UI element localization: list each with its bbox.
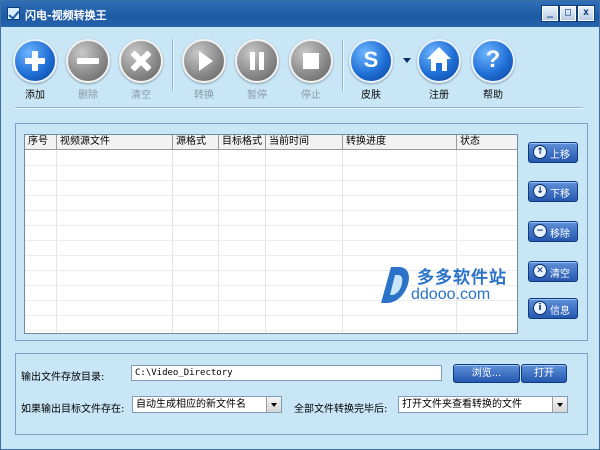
register-label: 注册 (429, 90, 449, 101)
clear-list-button[interactable]: ✕ 清空 (528, 261, 578, 282)
title-bar[interactable]: 闪电-视频转换王 _ □ x (1, 1, 599, 27)
pause-icon (235, 39, 279, 83)
watermark-text: 多多软件站 (417, 268, 507, 288)
output-dir-input[interactable]: C:\Video_Directory (131, 365, 442, 381)
open-button[interactable]: 打开 (521, 364, 567, 383)
add-button[interactable]: 添加 (12, 39, 58, 101)
file-list-panel: 序号 视频源文件 源格式 目标格式 当前时间 转换进度 状态 ↑ 上移 ↓ 下移… (15, 123, 588, 341)
output-dir-label: 输出文件存放目录: (21, 372, 105, 383)
app-window: 闪电-视频转换王 _ □ x 添加 删除 清空 转换 暂停 停止 S 皮肤 注册… (0, 0, 600, 450)
column-header-current-time[interactable]: 当前时间 (266, 135, 343, 150)
column-header-index[interactable]: 序号 (25, 135, 57, 150)
column-header-source-file[interactable]: 视频源文件 (57, 135, 173, 150)
move-down-label: 下移 (550, 189, 570, 200)
skin-label: 皮肤 (361, 90, 381, 101)
toolbar-separator (172, 39, 174, 91)
move-up-button[interactable]: ↑ 上移 (528, 142, 578, 163)
if-exists-select[interactable]: 自动生成相应的新文件名 (132, 396, 282, 413)
info-button[interactable]: i 信息 (528, 298, 578, 319)
remove-button[interactable]: − 移除 (528, 221, 578, 242)
column-header-source-format[interactable]: 源格式 (173, 135, 219, 150)
convert-button[interactable]: 转换 (181, 39, 227, 101)
column-header-target-format[interactable]: 目标格式 (219, 135, 266, 150)
skin-dropdown-arrow-icon[interactable] (403, 58, 411, 63)
clear-list-label: 清空 (550, 269, 570, 280)
plus-icon (13, 39, 57, 83)
help-label: 帮助 (483, 90, 503, 101)
stop-icon (289, 39, 333, 83)
watermark-logo (381, 267, 409, 303)
move-down-button[interactable]: ↓ 下移 (528, 181, 578, 202)
minus-icon: − (533, 224, 547, 238)
after-complete-label: 全部文件转换完毕后: (294, 404, 388, 415)
clear-button[interactable]: 清空 (118, 39, 164, 101)
app-icon (7, 7, 20, 20)
if-exists-label: 如果输出目标文件存在: (21, 404, 125, 415)
minimize-button[interactable]: _ (541, 5, 559, 22)
column-header-status[interactable]: 状态 (457, 135, 517, 150)
toolbar: 添加 删除 清空 转换 暂停 停止 S 皮肤 注册 ? 帮助 (1, 31, 599, 101)
chevron-down-icon (266, 397, 281, 412)
delete-button[interactable]: 删除 (65, 39, 111, 101)
question-icon: ? (471, 39, 515, 83)
minus-icon (66, 39, 110, 83)
convert-label: 转换 (194, 90, 214, 101)
toolbar-divider (15, 107, 583, 109)
x-icon: ✕ (533, 264, 547, 278)
close-button[interactable]: x (577, 5, 595, 22)
table-header: 序号 视频源文件 源格式 目标格式 当前时间 转换进度 状态 (25, 135, 517, 150)
arrow-down-icon: ↓ (533, 184, 547, 198)
play-icon (182, 39, 226, 83)
info-label: 信息 (550, 306, 570, 317)
remove-label: 移除 (550, 229, 570, 240)
skin-icon: S (349, 39, 393, 83)
pause-label: 暂停 (247, 90, 267, 101)
watermark-url: ddooo.com (411, 286, 491, 303)
delete-label: 删除 (78, 90, 98, 101)
home-icon (417, 39, 461, 83)
after-complete-value: 打开文件夹查看转换的文件 (402, 399, 522, 410)
arrow-up-icon: ↑ (533, 145, 547, 159)
stop-button[interactable]: 停止 (288, 39, 334, 101)
help-button[interactable]: ? 帮助 (470, 39, 516, 101)
clear-label: 清空 (131, 90, 151, 101)
after-complete-select[interactable]: 打开文件夹查看转换的文件 (398, 396, 568, 413)
skin-button[interactable]: S 皮肤 (348, 39, 394, 101)
stop-label: 停止 (301, 90, 321, 101)
if-exists-value: 自动生成相应的新文件名 (136, 399, 246, 410)
window-title: 闪电-视频转换王 (25, 9, 107, 22)
move-up-label: 上移 (550, 150, 570, 161)
column-header-progress[interactable]: 转换进度 (343, 135, 457, 150)
pause-button[interactable]: 暂停 (234, 39, 280, 101)
add-label: 添加 (25, 90, 45, 101)
info-icon: i (533, 301, 547, 315)
maximize-button[interactable]: □ (559, 5, 577, 22)
file-table[interactable]: 序号 视频源文件 源格式 目标格式 当前时间 转换进度 状态 (24, 134, 518, 334)
register-button[interactable]: 注册 (416, 39, 462, 101)
browse-button[interactable]: 浏览... (453, 364, 520, 383)
toolbar-separator (342, 39, 344, 91)
chevron-down-icon (552, 397, 567, 412)
x-icon (119, 39, 163, 83)
